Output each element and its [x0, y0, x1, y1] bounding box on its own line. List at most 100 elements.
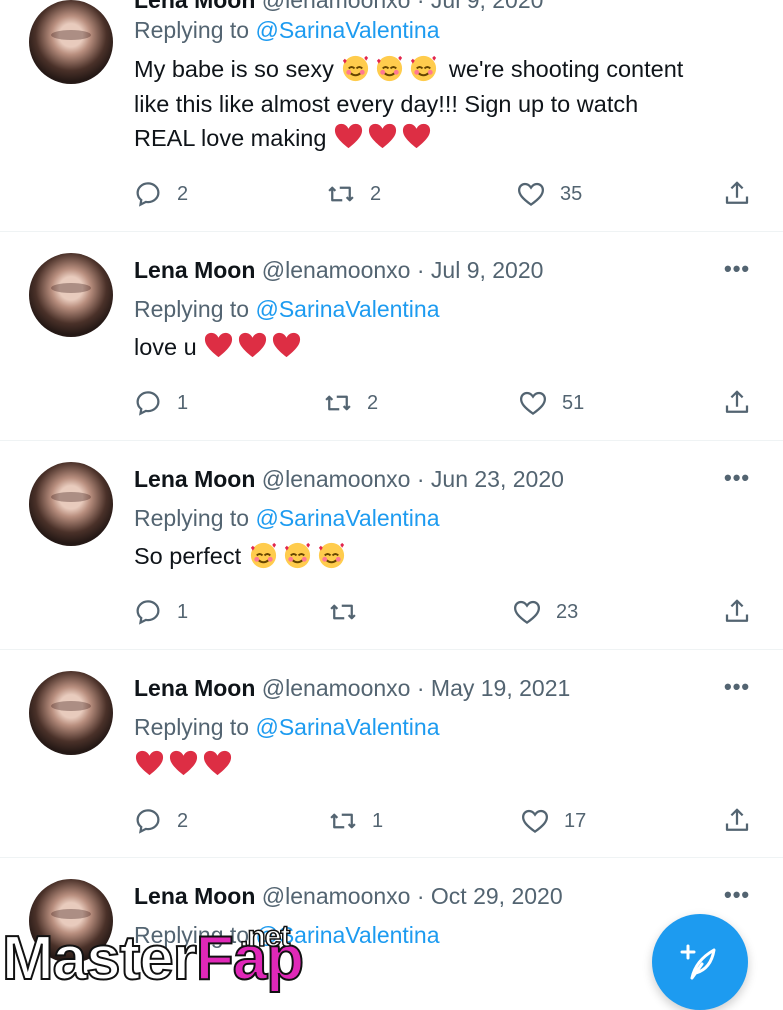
author-name[interactable]: Lena Moon — [134, 675, 255, 701]
tweet-text-line: My babe is so sexy — [134, 56, 334, 82]
mention-link[interactable]: @SarinaValentina — [255, 714, 439, 740]
tweet-actions: 2 1 17 — [0, 804, 783, 838]
red-heart-icon — [368, 123, 397, 149]
heart-icon — [513, 600, 541, 625]
tweet-item[interactable]: Lena Moon @lenamoonxo · Jun 23, 2020 •••… — [0, 441, 783, 650]
tweet-text: My babe is so sexy we're shooting conten… — [134, 52, 744, 156]
smiling-face-with-hearts-icon — [377, 55, 403, 82]
heart-icon — [521, 809, 549, 834]
tweet-header: Lena Moon @lenamoonxo · May 19, 2021 — [134, 673, 570, 703]
separator: · — [410, 466, 431, 492]
mention-link[interactable]: @SarinaValentina — [255, 505, 439, 531]
reply-count: 2 — [177, 809, 189, 832]
red-heart-icon — [273, 332, 301, 358]
tweet-item[interactable]: Lena Moon @lenamoonxo · Jul 9, 2020 ••• … — [0, 232, 783, 441]
reply-button[interactable]: 2 — [133, 177, 188, 211]
mention-link[interactable]: @SarinaValentina — [255, 17, 439, 43]
share-icon — [725, 390, 749, 413]
separator: · — [410, 0, 431, 13]
replying-to: Replying to @SarinaValentina — [134, 15, 440, 45]
avatar[interactable] — [29, 0, 113, 84]
reply-count: 1 — [177, 600, 189, 623]
reply-count: 1 — [177, 391, 189, 414]
reply-button[interactable]: 2 — [133, 804, 188, 838]
replying-to-label: Replying to — [134, 505, 256, 531]
smiling-face-with-hearts-icon — [343, 55, 369, 82]
tweet-header: Lena Moon @lenamoonxo · Jul 9, 2020 — [134, 255, 543, 285]
author-name[interactable]: Lena Moon — [134, 883, 255, 909]
red-heart-icon — [205, 332, 233, 358]
retweet-count: 1 — [372, 809, 384, 832]
share-icon — [725, 808, 749, 831]
more-options-button[interactable]: ••• — [724, 882, 750, 908]
avatar[interactable] — [29, 671, 113, 755]
tweet-actions: 2 2 35 — [0, 177, 783, 211]
share-button[interactable] — [722, 595, 752, 629]
tweet-item[interactable]: Lena Moon @lenamoonxo · Jul 9, 2020 Repl… — [0, 0, 783, 232]
retweet-icon — [330, 813, 356, 829]
more-options-button[interactable]: ••• — [724, 674, 750, 700]
separator: · — [410, 257, 431, 283]
avatar[interactable] — [29, 462, 113, 546]
heart-icon — [517, 182, 545, 207]
replying-to-label: Replying to — [134, 17, 256, 43]
tweet-date[interactable]: Jun 23, 2020 — [431, 466, 564, 492]
watermark-logo: MasterFap .net — [1, 918, 305, 1000]
retweet-button[interactable]: 2 — [323, 386, 378, 420]
compose-button[interactable] — [652, 914, 748, 1010]
mention-link[interactable]: @SarinaValentina — [255, 296, 439, 322]
author-handle[interactable]: @lenamoonxo — [262, 0, 411, 13]
author-handle[interactable]: @lenamoonxo — [262, 675, 411, 701]
tweet-date[interactable]: May 19, 2021 — [431, 675, 570, 701]
retweet-button[interactable]: 2 — [326, 177, 381, 211]
tweet-date[interactable]: Jul 9, 2020 — [431, 257, 544, 283]
tweet-item[interactable]: Lena Moon @lenamoonxo · May 19, 2021 •••… — [0, 650, 783, 858]
smiling-face-with-hearts-icon — [318, 542, 344, 569]
smiling-face-with-hearts-icon — [284, 542, 310, 569]
retweet-count: 2 — [370, 182, 382, 205]
watermark-suffix: .net — [239, 919, 291, 954]
retweet-button[interactable] — [328, 595, 358, 629]
like-button[interactable]: 35 — [516, 177, 582, 211]
author-name[interactable]: Lena Moon — [134, 257, 255, 283]
reply-button[interactable]: 1 — [133, 595, 188, 629]
tweet-date[interactable]: Oct 29, 2020 — [431, 883, 563, 909]
author-name[interactable]: Lena Moon — [134, 0, 255, 13]
replying-to: Replying to @SarinaValentina — [134, 294, 440, 324]
share-button[interactable] — [722, 386, 752, 420]
tweet-header: Lena Moon @lenamoonxo · Oct 29, 2020 — [134, 881, 563, 911]
heart-icon — [519, 391, 547, 416]
tweet-actions: 1 2 51 — [0, 386, 783, 420]
more-options-button[interactable]: ••• — [724, 465, 750, 491]
watermark-part1: Master — [1, 923, 198, 994]
tweet-text: love u — [134, 330, 744, 365]
replying-to: Replying to @SarinaValentina — [134, 503, 440, 533]
like-button[interactable]: 51 — [518, 386, 584, 420]
tweet-text: So perfect — [134, 539, 744, 574]
reply-button[interactable]: 1 — [133, 386, 188, 420]
author-handle[interactable]: @lenamoonxo — [262, 466, 411, 492]
replying-to-label: Replying to — [134, 296, 256, 322]
author-name[interactable]: Lena Moon — [134, 466, 255, 492]
retweet-button[interactable]: 1 — [328, 804, 383, 838]
retweet-icon — [325, 395, 351, 411]
more-options-button[interactable]: ••• — [724, 256, 750, 282]
share-button[interactable] — [722, 177, 752, 211]
compose-feather-plus-icon — [680, 944, 716, 980]
tweet-text — [134, 748, 744, 783]
like-count: 35 — [560, 182, 583, 205]
red-heart-icon — [135, 750, 164, 776]
share-button[interactable] — [722, 804, 752, 838]
avatar[interactable] — [29, 253, 113, 337]
replying-to-label: Replying to — [134, 714, 256, 740]
retweet-icon — [330, 604, 356, 620]
like-count: 23 — [556, 600, 579, 623]
retweet-count: 2 — [367, 391, 379, 414]
tweet-date[interactable]: Jul 9, 2020 — [431, 0, 544, 13]
red-heart-icon — [169, 750, 198, 776]
author-handle[interactable]: @lenamoonxo — [262, 257, 411, 283]
reply-icon — [136, 182, 160, 207]
like-button[interactable]: 17 — [520, 804, 586, 838]
like-button[interactable]: 23 — [512, 595, 578, 629]
reply-count: 2 — [177, 182, 189, 205]
